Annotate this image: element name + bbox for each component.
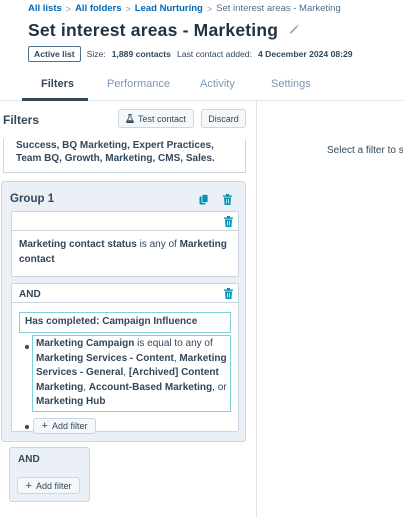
group-title: Group 1 — [10, 193, 55, 205]
list-bullet — [25, 425, 29, 429]
test-contact-button[interactable]: Test contact — [118, 109, 194, 128]
add-filter-button[interactable]: + Add filter — [33, 418, 96, 434]
filter-value: Marketing Hub — [36, 396, 106, 407]
size-value: 1,889 contacts — [111, 49, 171, 59]
filter-description: Marketing contact status is any of Marke… — [19, 238, 235, 267]
page-title: Set interest areas - Marketing — [28, 20, 279, 40]
plus-icon: + — [25, 479, 32, 492]
filter-property: Marketing contact status — [19, 239, 137, 250]
and-label: AND — [18, 454, 40, 465]
tab-settings[interactable]: Settings — [271, 78, 311, 90]
breadcrumb-lead-nurturing[interactable]: Lead Nurturing — [135, 3, 203, 14]
pencil-icon[interactable] — [288, 23, 300, 38]
condition-field[interactable]: Has completed: Campaign Influence — [19, 312, 231, 333]
breadcrumb-current: Set interest areas - Marketing — [216, 3, 341, 14]
add-filter-label: Add filter — [51, 421, 88, 431]
and-label: AND — [19, 289, 41, 300]
tab-bar: Filters Performance Activity Settings — [0, 70, 403, 101]
filter-property: Marketing Campaign — [36, 338, 135, 349]
select-filter-placeholder: Select a filter to s — [327, 145, 403, 156]
last-added-value: 4 December 2024 08:29 — [257, 49, 353, 59]
filter-card[interactable]: Marketing contact status is any of Marke… — [11, 211, 239, 277]
trash-icon[interactable] — [224, 288, 233, 299]
add-filter-button[interactable]: + Add filter — [17, 477, 80, 494]
status-badge: Active list — [28, 46, 81, 62]
previous-values-line: Success, BQ Marketing, Expert Practices, — [16, 140, 214, 151]
filters-panel-title: Filters — [3, 113, 40, 127]
title-row: Set interest areas - Marketing — [28, 20, 300, 41]
breadcrumb-separator-icon: > — [125, 3, 131, 14]
tab-performance[interactable]: Performance — [107, 78, 170, 90]
filter-value: Marketing Services - Content — [36, 352, 174, 364]
list-bullet — [25, 345, 29, 349]
filter-value: Marketing — [36, 381, 84, 393]
size-label: Size: — [86, 49, 106, 59]
filter-value: Account-Based Marketing — [88, 381, 213, 393]
trash-icon[interactable] — [224, 216, 233, 227]
previous-values-line: Team BQ, Growth, Marketing, CMS, Sales. — [16, 153, 215, 164]
add-filter-label: Add filter — [35, 480, 72, 491]
comma: , — [83, 381, 87, 393]
comma: , — [173, 352, 177, 364]
or-text: , or — [212, 381, 227, 393]
tab-filters[interactable]: Filters — [41, 78, 74, 90]
campaign-filter-card[interactable]: Marketing Campaign is equal to any of Ma… — [32, 335, 231, 412]
tab-activity[interactable]: Activity — [200, 78, 235, 90]
filter-operator: is equal to any of — [137, 338, 213, 349]
breadcrumb-separator-icon: > — [65, 3, 72, 14]
filter-operator: is any of — [139, 239, 177, 250]
filter-value: Services - General — [36, 367, 124, 378]
filters-panel-header: Filters Test contact Discard — [0, 101, 256, 139]
list-meta: Active list Size: 1,889 contacts Last co… — [28, 46, 353, 62]
copy-icon[interactable] — [199, 194, 209, 205]
filter-value: Marketing — [179, 352, 227, 364]
filter-description: Marketing Campaign is equal to any of Ma… — [36, 337, 230, 410]
breadcrumb: All lists > All folders > Lead Nurturing… — [28, 3, 341, 14]
trash-icon[interactable] — [223, 194, 232, 205]
comma: , — [123, 367, 127, 378]
filter-value: contact — [19, 253, 55, 265]
plus-icon: + — [41, 420, 48, 432]
filter-group: Group 1 Marketing contact status is any … — [1, 181, 246, 442]
breadcrumb-all-folders[interactable]: All folders — [75, 3, 121, 14]
previous-filter-values: Success, BQ Marketing, Expert Practices,… — [3, 139, 246, 173]
test-contact-label: Test contact — [137, 113, 187, 124]
filter-value: [Archived] Content — [128, 367, 219, 378]
divider — [12, 230, 238, 231]
breadcrumb-separator-icon: > — [206, 3, 213, 14]
filters-panel: Filters Test contact Discard Success, BQ… — [0, 101, 257, 518]
breadcrumb-all-lists[interactable]: All lists — [28, 3, 62, 14]
and-group: AND + Add filter — [9, 447, 90, 502]
filter-value: Marketing — [179, 239, 227, 250]
last-added-label: Last contact added: — [176, 49, 252, 59]
flask-icon — [126, 114, 134, 123]
divider — [12, 302, 238, 303]
and-filter-card: AND Has completed: Campaign Influence Ma… — [11, 283, 239, 434]
discard-button[interactable]: Discard — [201, 109, 246, 128]
